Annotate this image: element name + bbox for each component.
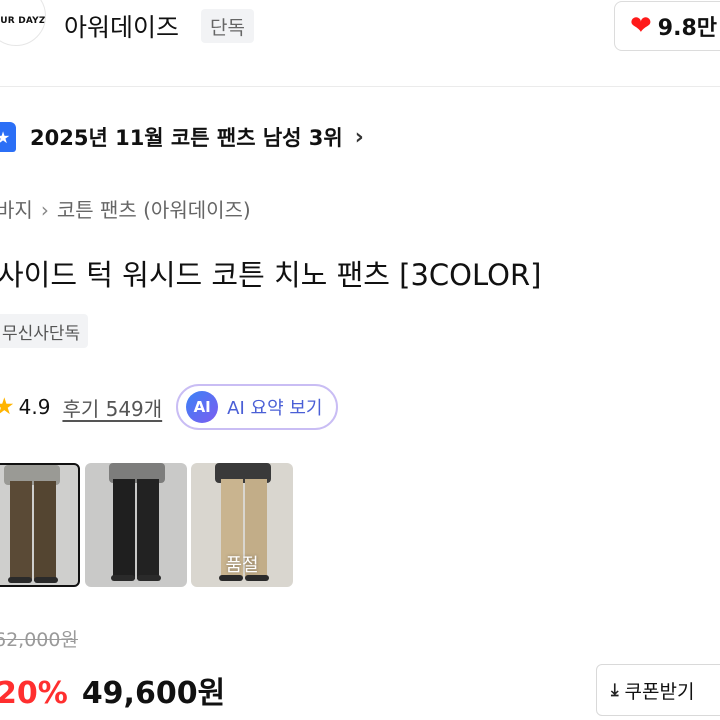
chevron-right-icon: ›: [40, 198, 49, 222]
color-option-brown[interactable]: [0, 463, 80, 587]
breadcrumb-item-category[interactable]: 바지: [0, 198, 33, 222]
breadcrumb-item-subcategory[interactable]: 코튼 팬츠 (아워데이즈): [57, 198, 251, 222]
thumb-leg: [34, 481, 56, 581]
review-count-link[interactable]: 후기 549개: [62, 393, 162, 422]
thumb-leg: [113, 479, 135, 579]
color-option-black[interactable]: [85, 463, 187, 587]
ai-icon: AI: [186, 391, 219, 423]
thumb-shoe: [34, 577, 58, 583]
header-divider: [0, 86, 720, 87]
thumb-leg: [10, 481, 32, 581]
breadcrumb: 바지 › 코튼 팬츠 (아워데이즈): [0, 194, 251, 223]
rating-row: ★ 4.9 후기 549개 AI AI 요약 보기: [0, 384, 339, 430]
original-price: 62,000원: [0, 629, 78, 651]
like-button[interactable]: ❤ 9.8만: [614, 1, 720, 51]
thumb-shoe: [8, 577, 32, 583]
product-title: 사이드 턱 워시드 코튼 치노 팬츠 [3COLOR]: [0, 258, 542, 292]
brand-logo[interactable]: OUR DAYZ: [0, 0, 46, 46]
heart-icon: ❤: [630, 11, 652, 41]
ai-summary-button[interactable]: AI AI 요약 보기: [176, 384, 339, 430]
ranking-badge-icon: ★: [0, 122, 16, 152]
download-icon: ⤓: [611, 680, 619, 700]
star-icon: ★: [0, 394, 15, 420]
ranking-text: 2025년 11월 코튼 팬츠 남성 3위: [30, 126, 343, 150]
thumb-leg: [137, 479, 159, 579]
thumb-shoe: [111, 575, 135, 581]
chevron-right-icon: ›: [354, 124, 364, 150]
ai-summary-label: AI 요약 보기: [227, 398, 323, 419]
price-row: 20% 49,600원: [0, 668, 225, 712]
brand-logo-text: OUR DAYZ: [0, 16, 46, 26]
rating-value: 4.9: [18, 395, 51, 419]
thumb-shoe: [137, 575, 161, 581]
ranking-banner[interactable]: ★ 2025년 11월 코튼 팬츠 남성 3위 ›: [0, 122, 364, 152]
soldout-label: 품절: [225, 555, 259, 576]
sale-price: 49,600원: [81, 676, 226, 711]
color-option-beige[interactable]: 품절: [191, 463, 293, 587]
brand-name[interactable]: 아워데이즈: [64, 8, 179, 44]
coupon-label: 쿠폰받기: [624, 680, 695, 703]
exclusive-tag: 무신사단독: [0, 314, 89, 348]
like-count: 9.8만: [657, 16, 718, 41]
brand-exclusive-badge: 단독: [201, 9, 254, 43]
coupon-download-button[interactable]: ⤓ 쿠폰받기: [596, 664, 720, 716]
discount-rate: 20%: [0, 676, 68, 711]
